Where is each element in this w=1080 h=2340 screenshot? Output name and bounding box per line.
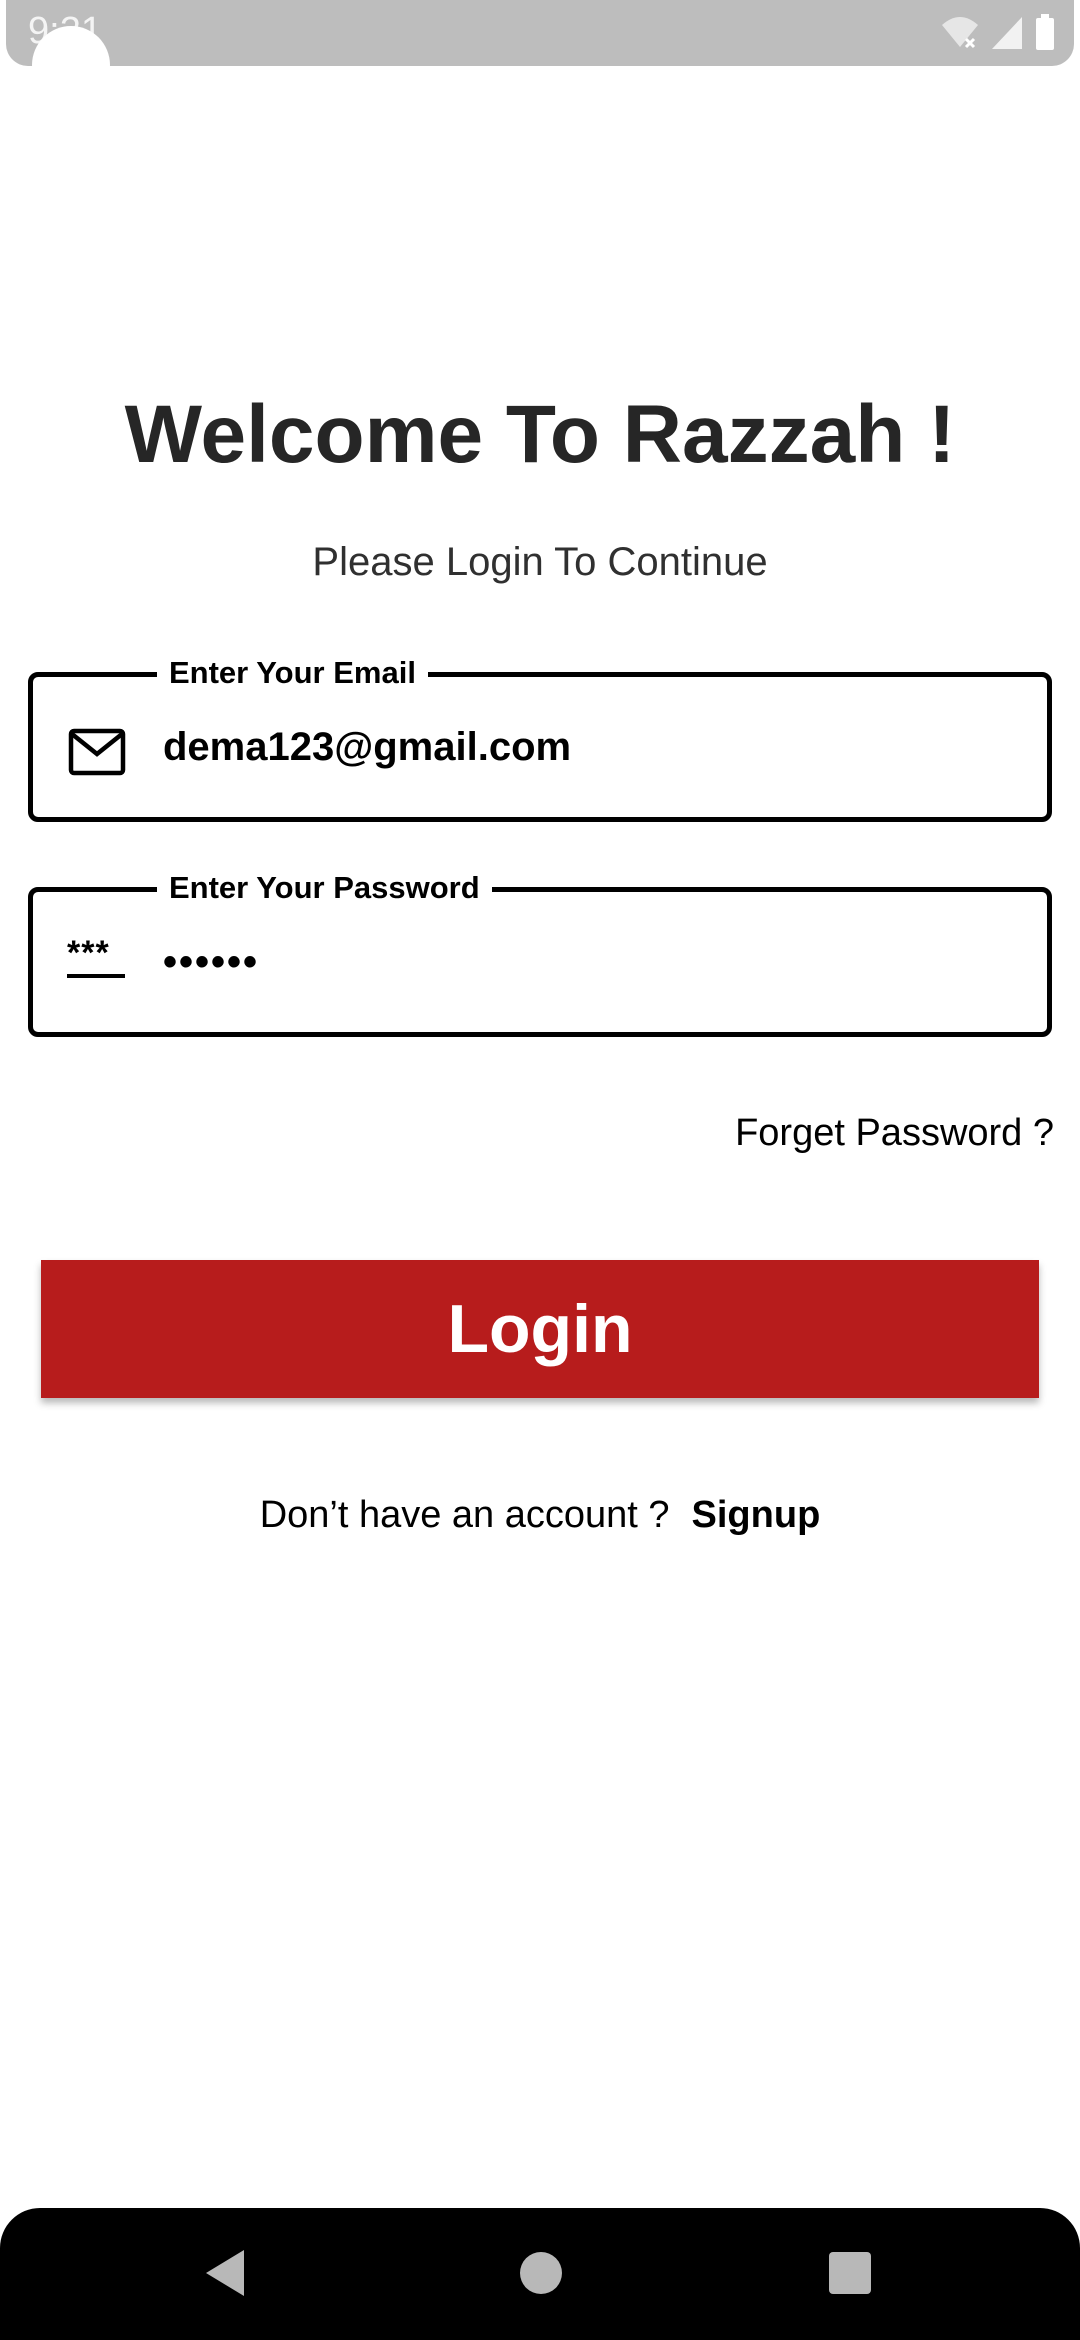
mail-icon <box>68 728 126 776</box>
signal-icon <box>992 17 1022 49</box>
email-field[interactable]: Enter Your Email <box>28 651 1052 822</box>
status-icons <box>940 14 1056 52</box>
signup-prompt: Don’t have an account ? <box>259 1494 670 1536</box>
password-icon: *** <box>67 936 129 992</box>
page-subtitle: Please Login To Continue <box>312 540 768 584</box>
battery-icon <box>1036 14 1054 50</box>
signup-row: Don’t have an account ? Signup <box>0 1494 1080 1537</box>
login-button[interactable]: Login <box>41 1260 1039 1398</box>
password-icon-stars: *** <box>67 934 110 972</box>
navigation-bar <box>0 2208 1080 2340</box>
camera-cutout <box>32 26 110 104</box>
email-input[interactable] <box>163 677 1023 817</box>
signup-link[interactable]: Signup <box>692 1494 821 1536</box>
back-icon[interactable] <box>204 2248 246 2298</box>
password-field[interactable]: Enter Your Password *** •••••• <box>28 866 1052 1037</box>
password-icon-underline <box>67 974 125 978</box>
password-input[interactable]: •••••• <box>163 892 1023 1032</box>
login-screen: 9:21 Welcome To Razzah ! Please Login To… <box>0 0 1080 2340</box>
wifi-off-icon <box>942 17 978 49</box>
home-icon[interactable] <box>520 2252 562 2294</box>
status-bar: 9:21 <box>6 0 1074 66</box>
forget-password-link[interactable]: Forget Password ? <box>735 1112 1054 1155</box>
recents-icon[interactable] <box>829 2252 871 2294</box>
page-title: Welcome To Razzah ! <box>124 389 956 480</box>
